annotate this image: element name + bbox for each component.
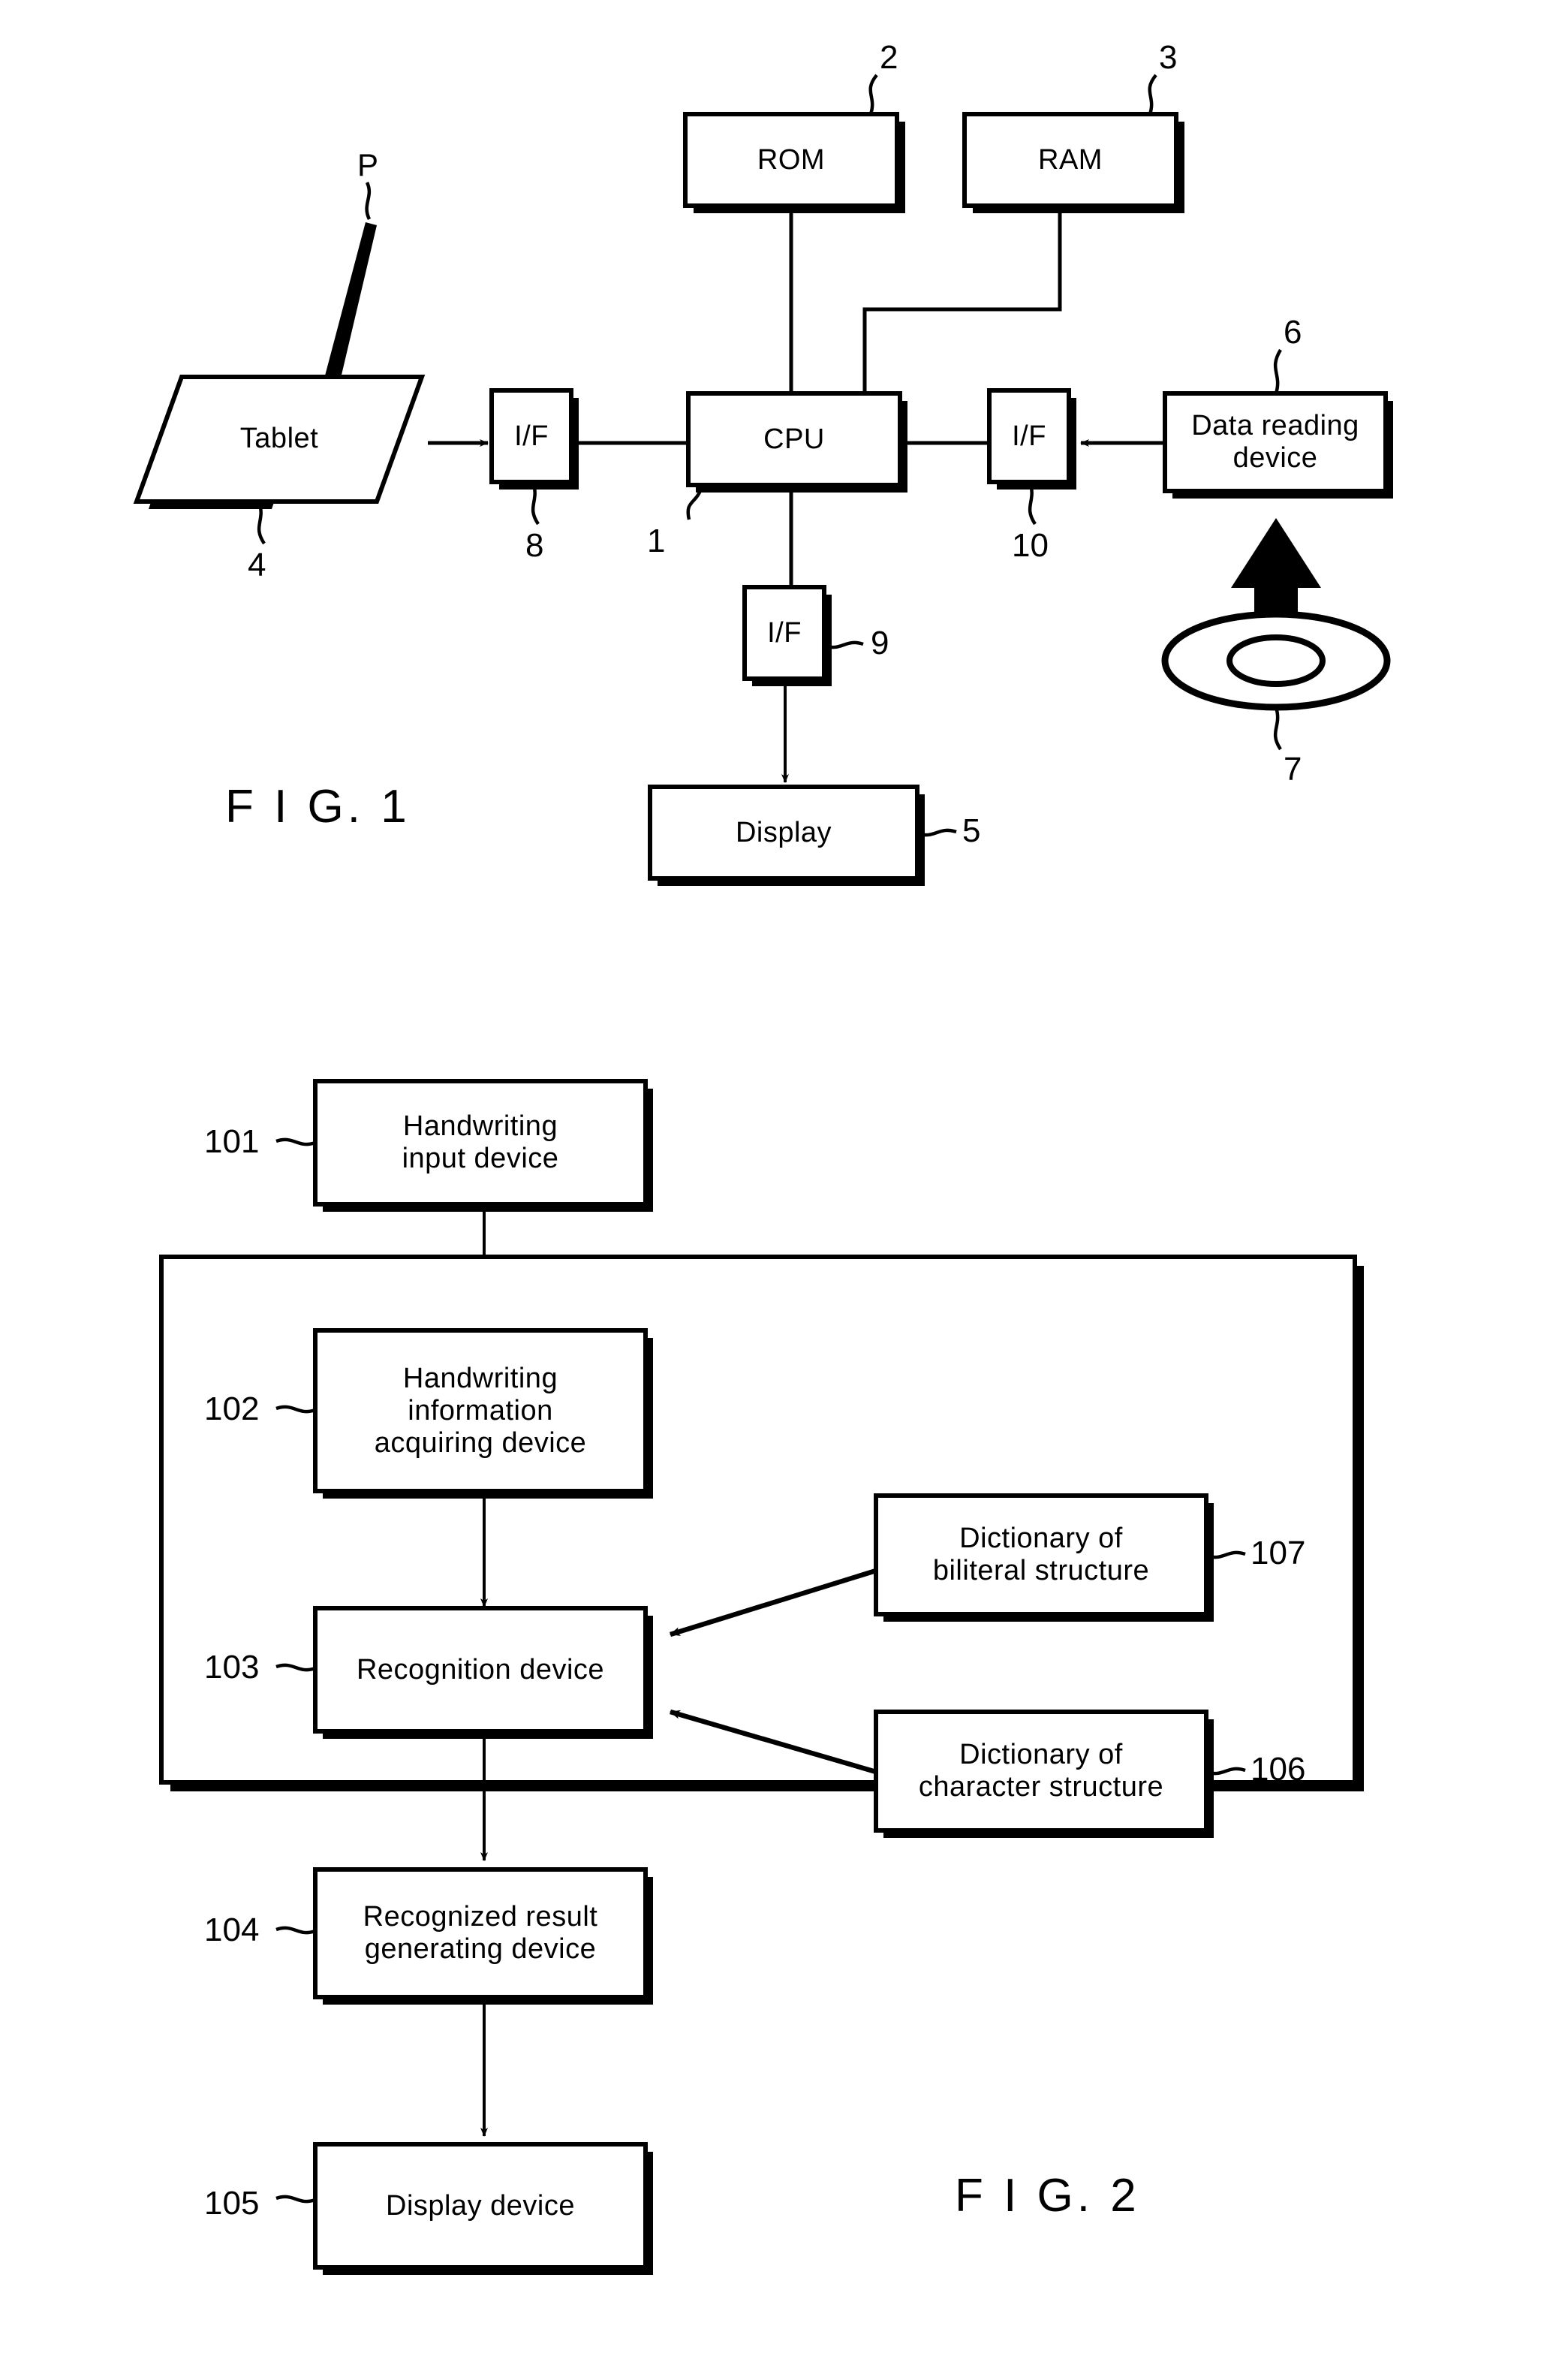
ref-8: 8 xyxy=(525,527,544,564)
ref-105: 105 xyxy=(204,2185,260,2222)
handwriting-info-line1: Handwriting xyxy=(402,1362,558,1394)
fig1-bus-wires xyxy=(789,213,1062,393)
fig1-caption: F I G. 1 xyxy=(225,781,411,833)
ref-7: 7 xyxy=(1284,751,1302,788)
dictionary-character-label: Dictionary of character structure xyxy=(876,1712,1206,1830)
recognized-result-generating-device-label: Recognized result generating device xyxy=(315,1869,646,1997)
handwriting-info-line3: acquiring device xyxy=(374,1426,587,1459)
stylus-pen xyxy=(324,182,377,384)
dictionary-character-line2: character structure xyxy=(918,1771,1164,1803)
ref-6: 6 xyxy=(1284,314,1302,351)
diagram-vector-layer xyxy=(133,74,1393,2275)
tablet-label: Tablet xyxy=(239,422,319,454)
ref-101: 101 xyxy=(204,1123,260,1160)
optical-disc xyxy=(1161,610,1391,751)
dictionary-biliteral-line1: Dictionary of xyxy=(959,1523,1123,1554)
data-reading-device-label: Data reading device xyxy=(1165,393,1386,491)
display-label: Display xyxy=(735,816,832,848)
figure-sheet: ROM RAM 2 3 P Tablet 4 I/F 8 CPU 1 I/F 1… xyxy=(0,0,1553,2380)
ref-10: 10 xyxy=(1012,527,1049,564)
ref-103: 103 xyxy=(204,1649,260,1686)
rom-label: ROM xyxy=(757,143,826,176)
handwriting-input-line1: Handwriting xyxy=(402,1110,558,1142)
ref-P: P xyxy=(357,147,379,182)
recognition-device-label: Recognition device xyxy=(356,1653,605,1686)
ref-5: 5 xyxy=(962,812,981,849)
ref-106: 106 xyxy=(1251,1751,1306,1788)
ref-1: 1 xyxy=(647,523,666,559)
dictionary-biliteral-line2: biliteral structure xyxy=(932,1555,1150,1586)
display-device-label: Display device xyxy=(386,2189,575,2222)
ram-label: RAM xyxy=(1038,143,1103,176)
if8-label: I/F xyxy=(514,420,549,452)
cpu-label: CPU xyxy=(763,423,825,455)
handwriting-input-line2: input device xyxy=(402,1143,559,1174)
handwriting-info-acquiring-device-label: Handwriting information acquiring device xyxy=(315,1330,646,1491)
data-reading-device-line1: Data reading xyxy=(1191,410,1359,441)
ref-3: 3 xyxy=(1159,39,1178,76)
fig2-caption: F I G. 2 xyxy=(955,2170,1140,2222)
recognized-result-line2: generating device xyxy=(364,1933,597,1965)
ref-2: 2 xyxy=(880,39,898,76)
handwriting-input-device-label: Handwriting input device xyxy=(315,1081,646,1204)
ref-4: 4 xyxy=(248,547,266,583)
data-reading-device-line2: device xyxy=(1232,442,1318,474)
dictionary-biliteral-label: Dictionary of biliteral structure xyxy=(876,1496,1206,1614)
disc-load-arrow xyxy=(1231,518,1321,622)
ref-104: 104 xyxy=(204,1912,260,1948)
ref-107: 107 xyxy=(1251,1535,1306,1571)
dictionary-character-line1: Dictionary of xyxy=(959,1739,1123,1770)
ref-9: 9 xyxy=(871,625,889,661)
ref-102: 102 xyxy=(204,1390,260,1427)
if9-label: I/F xyxy=(767,616,802,649)
recognized-result-line1: Recognized result xyxy=(363,1901,598,1933)
handwriting-info-line2: information xyxy=(408,1394,553,1426)
if10-label: I/F xyxy=(1012,420,1046,452)
